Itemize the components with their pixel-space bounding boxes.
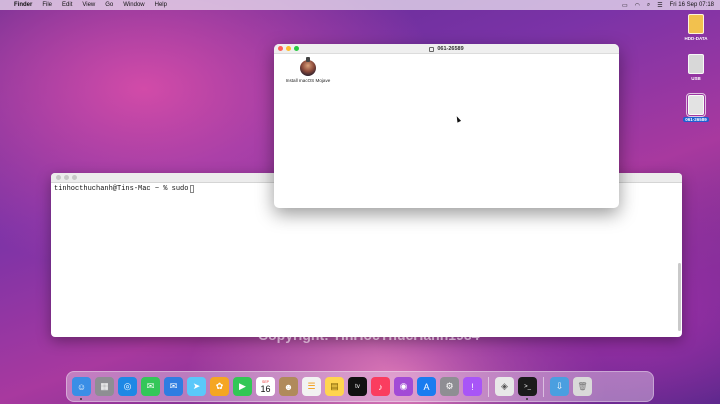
music-icon[interactable]: ♪	[371, 377, 390, 396]
finder-icon[interactable]: ☺	[72, 377, 91, 400]
text-cursor	[190, 185, 195, 193]
messages-icon[interactable]: ✉	[141, 377, 160, 396]
install-macos-app[interactable]: Install macOS Mojave	[282, 57, 334, 83]
terminal-scrollbar[interactable]	[678, 263, 681, 331]
desktop-disk-usb[interactable]: USB	[676, 54, 716, 81]
system-preferences-icon[interactable]: ⚙	[440, 377, 459, 396]
finder-title-text: 061-26589	[437, 46, 464, 52]
desktop-disk-installer[interactable]: 061-26589	[676, 93, 716, 122]
menu-go[interactable]: Go	[105, 2, 113, 8]
app-label: Install macOS Mojave	[285, 78, 331, 83]
reminders-icon[interactable]: ☰	[302, 377, 321, 396]
photos-icon[interactable]: ✿	[210, 377, 229, 396]
desktop-disk-label: USB	[691, 76, 701, 81]
menu-finder[interactable]: Finder	[14, 2, 32, 8]
menu-window[interactable]: Window	[123, 2, 144, 8]
tv-icon[interactable]: tv	[348, 377, 367, 396]
terminal-icon[interactable]: >_	[518, 377, 537, 400]
menu-clock[interactable]: Fri 16 Sep 07:18	[670, 2, 714, 8]
disk-image-icon	[429, 46, 435, 52]
feedback-assistant-icon[interactable]: !	[463, 377, 482, 396]
watermark-text: Copyright: TinHocThucHanh1984	[258, 327, 480, 343]
facetime-icon[interactable]: ▶	[233, 377, 252, 396]
notes-icon[interactable]: ▤	[325, 377, 344, 396]
menu-edit[interactable]: Edit	[62, 2, 72, 8]
usb-drive-icon	[688, 54, 704, 74]
close-icon[interactable]	[56, 175, 61, 180]
installer-icon	[300, 57, 316, 76]
desktop-disk-hdd-data[interactable]: HDD-DATA	[676, 14, 716, 41]
wifi-icon[interactable]: ◠	[635, 2, 640, 9]
calendar-day: 16	[260, 383, 271, 394]
menu-bar: Finder File Edit View Go Window Help ▭ ◠…	[0, 0, 720, 10]
calendar-icon[interactable]: SEP 16	[256, 377, 275, 396]
finder-title: 061-26589	[274, 44, 619, 54]
dock: ☺ ▦ ◎ ✉ ✉ ➤ ✿ ▶ SEP 16 ☻ ☰ ▤ tv ♪ ◉ A ⚙ …	[66, 371, 654, 402]
status-area: ▭ ◠ ⌕ ☰ Fri 16 Sep 07:18	[622, 2, 714, 9]
contacts-icon[interactable]: ☻	[279, 377, 298, 396]
minimize-icon[interactable]	[64, 175, 69, 180]
menu-file[interactable]: File	[42, 2, 52, 8]
control-center-icon[interactable]: ☰	[657, 2, 662, 9]
zoom-icon[interactable]	[72, 175, 77, 180]
finder-title-bar[interactable]: 061-26589	[274, 44, 619, 54]
dock-separator	[543, 376, 544, 397]
menu-help[interactable]: Help	[155, 2, 167, 8]
menu-view[interactable]: View	[82, 2, 95, 8]
desktop-disk-label: HDD-DATA	[684, 36, 708, 41]
desktop-disk-label: 061-26589	[683, 117, 709, 122]
safari-icon[interactable]: ◎	[118, 377, 137, 396]
mail-icon[interactable]: ✉	[164, 377, 183, 396]
battery-icon[interactable]: ▭	[622, 2, 628, 9]
terminal-prompt-text: tinhocthuchanh@Tins-Mac ~ % sudo	[54, 185, 189, 193]
podcasts-icon[interactable]: ◉	[394, 377, 413, 396]
trash-icon[interactable]: 🗑	[573, 377, 592, 396]
app-store-icon[interactable]: A	[417, 377, 436, 396]
external-drive-icon	[688, 14, 704, 34]
finder-window[interactable]: 061-26589 Install macOS Mojave	[274, 44, 619, 208]
dock-separator	[488, 376, 489, 397]
preview-icon[interactable]: ◈	[495, 377, 514, 396]
launchpad-icon[interactable]: ▦	[95, 377, 114, 396]
maps-icon[interactable]: ➤	[187, 377, 206, 396]
disk-image-icon	[686, 93, 706, 117]
downloads-folder-icon[interactable]: ⇩	[550, 377, 569, 396]
search-icon[interactable]: ⌕	[647, 2, 650, 9]
